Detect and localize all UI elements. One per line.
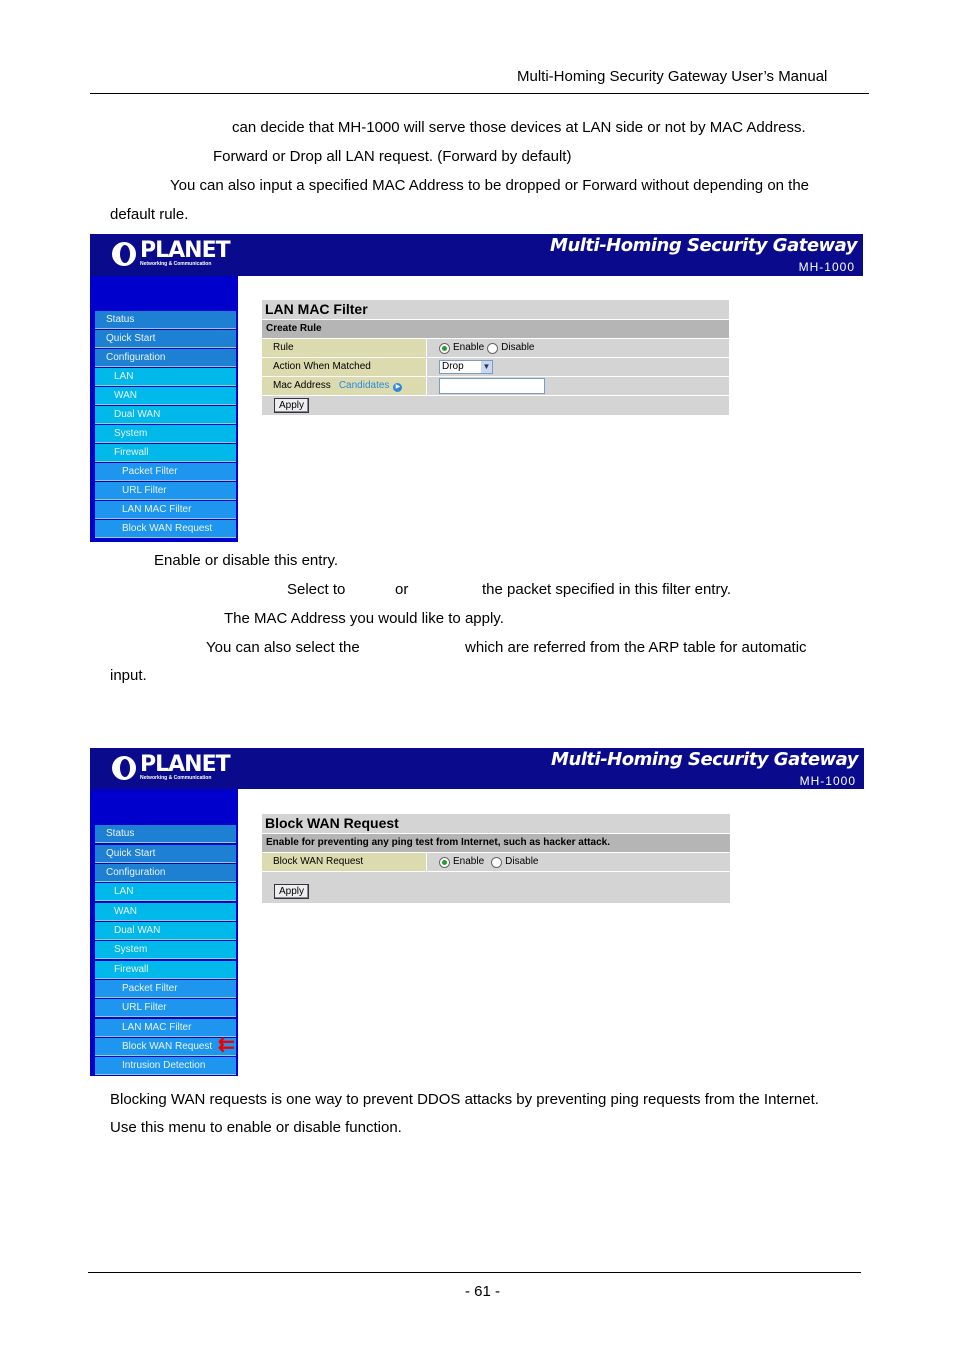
screenshot-lan-mac-filter: PLANET Networking & Communication Multi-H… xyxy=(90,234,863,542)
desc-action: Select to xyxy=(287,581,346,598)
disable-radio[interactable] xyxy=(487,342,499,354)
action-label: Action When Matched xyxy=(262,358,427,376)
disable-radio[interactable] xyxy=(491,856,503,868)
running-header: Multi-Homing Security Gateway User’s Man… xyxy=(517,68,828,85)
menu-firewall[interactable]: Firewall xyxy=(95,961,236,979)
menu-block-wan-request[interactable]: Block WAN Request xyxy=(95,520,236,538)
menu-lan[interactable]: LAN xyxy=(95,368,236,386)
menu-system[interactable]: System xyxy=(95,941,236,959)
app-header: PLANET Networking & Communication Multi-H… xyxy=(90,748,864,789)
section-title: Create Rule xyxy=(262,320,729,339)
candidates-link[interactable]: Candidates xyxy=(339,380,390,391)
desc-action: the packet specified in this filter entr… xyxy=(482,581,732,598)
menu-wan[interactable]: WAN xyxy=(95,903,236,921)
disable-label: Disable xyxy=(501,342,535,353)
desc-candidates: which are referred from the ARP table fo… xyxy=(465,639,807,656)
lan-mac-filter-panel: LAN MAC Filter Create Rule Rule Enable Di… xyxy=(262,300,729,415)
menu-quick-start[interactable]: Quick Start xyxy=(95,330,236,348)
product-name: Multi-Homing Security Gateway xyxy=(551,749,858,770)
menu-quick-start[interactable]: Quick Start xyxy=(95,845,236,863)
desc-rule: Enable or disable this entry. xyxy=(154,552,338,569)
intro-line: can decide that MH-1000 will serve those… xyxy=(232,119,806,136)
model-name: MH-1000 xyxy=(798,260,855,274)
block-wan-panel: Block WAN Request Enable for preventing … xyxy=(262,814,730,903)
intro-line: Forward or Drop all LAN request. (Forwar… xyxy=(213,148,572,165)
menu-packet-filter[interactable]: Packet Filter xyxy=(95,980,236,998)
enable-label: Enable xyxy=(453,856,485,867)
mac-label: Mac Address xyxy=(273,380,331,391)
block-wan-label: Block WAN Request xyxy=(262,853,427,871)
red-arrow-icon: ⇇ xyxy=(218,1034,235,1056)
intro-line: default rule. xyxy=(110,206,189,223)
planet-logo: PLANET Networking & Communication xyxy=(112,240,231,267)
apply-button[interactable]: Apply xyxy=(274,884,310,899)
section-description: Enable for preventing any ping test from… xyxy=(262,834,730,853)
menu-firewall[interactable]: Firewall xyxy=(95,444,236,462)
apply-button[interactable]: Apply xyxy=(274,398,310,413)
menu-wan[interactable]: WAN xyxy=(95,387,236,405)
menu-configuration[interactable]: Configuration xyxy=(95,349,236,367)
header-rule xyxy=(90,93,869,94)
menu-block-wan-request[interactable]: Block WAN Request xyxy=(95,1038,236,1056)
sidebar: Status Quick Start Configuration LAN WAN… xyxy=(90,276,238,542)
menu-dual-wan[interactable]: Dual WAN xyxy=(95,406,236,424)
menu-lan[interactable]: LAN xyxy=(95,883,236,901)
intro-line: You can also input a specified MAC Addre… xyxy=(170,177,810,194)
enable-radio[interactable] xyxy=(439,856,450,868)
screenshot-block-wan-request: PLANET Networking & Communication Multi-H… xyxy=(90,748,864,1076)
chevron-down-icon: ▼ xyxy=(481,361,492,373)
panel-title: Block WAN Request xyxy=(262,814,730,834)
desc-block-wan: Blocking WAN requests is one way to prev… xyxy=(110,1091,819,1108)
menu-dual-wan[interactable]: Dual WAN xyxy=(95,922,236,940)
enable-radio[interactable] xyxy=(439,342,450,354)
footer-rule xyxy=(88,1272,861,1273)
menu-url-filter[interactable]: URL Filter xyxy=(95,482,236,500)
app-header: PLANET Networking & Communication Multi-H… xyxy=(90,234,863,276)
menu-intrusion-detection[interactable]: Intrusion Detection xyxy=(95,1057,236,1075)
rule-label: Rule xyxy=(262,339,427,357)
desc-mac: The MAC Address you would like to apply. xyxy=(224,610,504,627)
mac-address-input[interactable] xyxy=(439,378,545,394)
desc-candidates: input. xyxy=(110,667,147,684)
desc-candidates: You can also select the xyxy=(206,639,360,656)
menu-lan-mac-filter[interactable]: LAN MAC Filter xyxy=(95,1019,236,1037)
product-name: Multi-Homing Security Gateway xyxy=(550,235,857,256)
menu-system[interactable]: System xyxy=(95,425,236,443)
sidebar: Status Quick Start Configuration LAN WAN… xyxy=(90,789,238,1076)
menu-url-filter[interactable]: URL Filter xyxy=(95,999,236,1017)
menu-status[interactable]: Status xyxy=(95,311,236,329)
disable-label: Disable xyxy=(505,856,539,867)
desc-action: or xyxy=(395,581,409,598)
page-number: - 61 - xyxy=(465,1283,501,1300)
action-select[interactable]: Drop ▼ xyxy=(439,360,493,374)
arrow-circle-icon[interactable]: ▶ xyxy=(393,383,403,392)
model-name: MH-1000 xyxy=(799,774,856,788)
menu-configuration[interactable]: Configuration xyxy=(95,864,236,882)
menu-status[interactable]: Status xyxy=(95,825,236,843)
desc-block-wan: Use this menu to enable or disable funct… xyxy=(110,1119,402,1136)
panel-title: LAN MAC Filter xyxy=(262,300,729,320)
menu-packet-filter[interactable]: Packet Filter xyxy=(95,463,236,481)
planet-logo: PLANET Networking & Communication xyxy=(112,754,231,781)
enable-label: Enable xyxy=(453,342,485,353)
menu-lan-mac-filter[interactable]: LAN MAC Filter xyxy=(95,501,236,519)
manual-page: Multi-Homing Security Gateway User’s Man… xyxy=(0,0,954,1350)
